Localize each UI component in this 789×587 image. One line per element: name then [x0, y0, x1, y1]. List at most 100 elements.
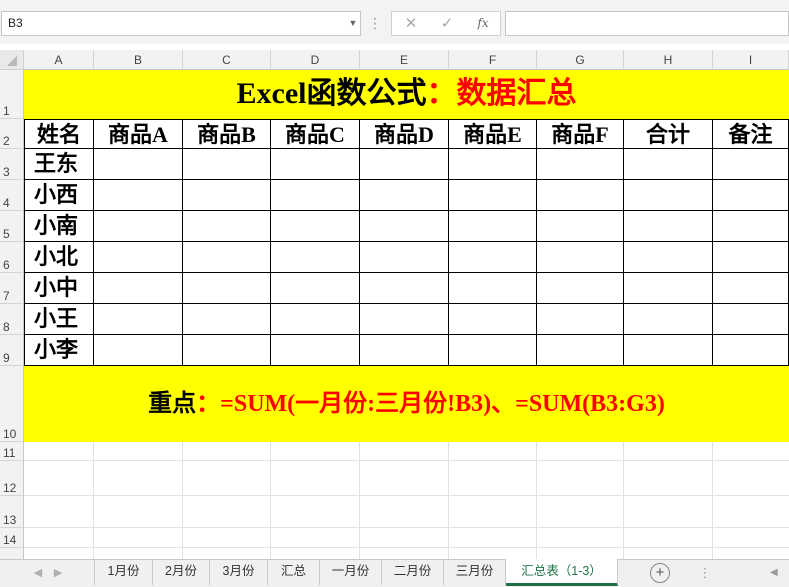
- data-cell-product-d[interactable]: [360, 335, 449, 366]
- row-header-8[interactable]: 8: [0, 304, 24, 335]
- column-header-b[interactable]: B: [94, 50, 183, 70]
- name-cell[interactable]: 小中: [24, 273, 94, 304]
- data-cell-product-b[interactable]: [183, 335, 271, 366]
- scroll-left-icon[interactable]: ◀: [770, 565, 784, 581]
- data-cell-product-f[interactable]: [537, 273, 624, 304]
- enter-icon[interactable]: ✓: [432, 12, 462, 35]
- data-cell-product-f[interactable]: [537, 180, 624, 211]
- data-cell-product-c[interactable]: [271, 211, 360, 242]
- column-header-a[interactable]: A: [24, 50, 94, 70]
- data-cell-product-b[interactable]: [183, 242, 271, 273]
- data-cell-product-d[interactable]: [360, 180, 449, 211]
- data-cell-product-e[interactable]: [449, 180, 537, 211]
- data-cell-total[interactable]: [624, 242, 713, 273]
- data-cell-product-b[interactable]: [183, 180, 271, 211]
- table-header-product-b[interactable]: 商品B: [183, 119, 271, 149]
- table-header-product-c[interactable]: 商品C: [271, 119, 360, 149]
- data-cell-product-d[interactable]: [360, 242, 449, 273]
- row-header-14[interactable]: 14: [0, 528, 24, 548]
- sheet-tab-summary[interactable]: 汇总: [268, 559, 320, 585]
- data-cell-product-c[interactable]: [271, 273, 360, 304]
- data-cell-total[interactable]: [624, 149, 713, 180]
- name-cell[interactable]: 小西: [24, 180, 94, 211]
- sheet-tab-jan[interactable]: 1月份: [95, 559, 153, 585]
- sheet-tab-mar[interactable]: 3月份: [210, 559, 268, 585]
- data-cell-product-e[interactable]: [449, 273, 537, 304]
- scroll-tabs-left-icon[interactable]: ◀: [28, 563, 48, 583]
- row-header-12[interactable]: 12: [0, 461, 24, 496]
- data-cell-product-a[interactable]: [94, 242, 183, 273]
- data-cell-product-d[interactable]: [360, 149, 449, 180]
- table-header-product-e[interactable]: 商品E: [449, 119, 537, 149]
- data-cell-notes[interactable]: [713, 149, 789, 180]
- name-cell[interactable]: 王东: [24, 149, 94, 180]
- data-cell-product-a[interactable]: [94, 180, 183, 211]
- data-cell-notes[interactable]: [713, 211, 789, 242]
- name-cell[interactable]: 小南: [24, 211, 94, 242]
- row-header-4[interactable]: 4: [0, 180, 24, 211]
- data-cell-product-a[interactable]: [94, 149, 183, 180]
- data-cell-product-c[interactable]: [271, 149, 360, 180]
- name-cell[interactable]: 小李: [24, 335, 94, 366]
- row-header-1[interactable]: 1: [0, 70, 24, 119]
- data-cell-product-c[interactable]: [271, 335, 360, 366]
- row-header-11[interactable]: 11: [0, 442, 24, 461]
- data-cell-product-f[interactable]: [537, 211, 624, 242]
- table-header-notes[interactable]: 备注: [713, 119, 789, 149]
- column-header-h[interactable]: H: [624, 50, 713, 70]
- data-cell-total[interactable]: [624, 304, 713, 335]
- data-cell-product-f[interactable]: [537, 335, 624, 366]
- data-cell-product-f[interactable]: [537, 304, 624, 335]
- row-header-2[interactable]: 2: [0, 119, 24, 149]
- data-cell-total[interactable]: [624, 211, 713, 242]
- add-sheet-icon[interactable]: +: [650, 563, 670, 583]
- column-header-i[interactable]: I: [713, 50, 789, 70]
- row-header-3[interactable]: 3: [0, 149, 24, 180]
- scroll-tabs-right-icon[interactable]: ▶: [48, 563, 68, 583]
- name-cell[interactable]: 小王: [24, 304, 94, 335]
- column-header-g[interactable]: G: [537, 50, 624, 70]
- data-cell-product-a[interactable]: [94, 335, 183, 366]
- sheet-tab-month-1[interactable]: 一月份: [320, 559, 382, 585]
- name-cell[interactable]: 小北: [24, 242, 94, 273]
- sheet-tab-summary-1-3[interactable]: 汇总表（1-3）: [506, 559, 618, 586]
- data-cell-product-b[interactable]: [183, 149, 271, 180]
- data-cell-product-c[interactable]: [271, 180, 360, 211]
- sheet-tab-month-3[interactable]: 三月份: [444, 559, 506, 585]
- data-cell-product-f[interactable]: [537, 242, 624, 273]
- row-header-5[interactable]: 5: [0, 211, 24, 242]
- data-cell-product-c[interactable]: [271, 304, 360, 335]
- table-header-product-a[interactable]: 商品A: [94, 119, 183, 149]
- data-cell-product-f[interactable]: [537, 149, 624, 180]
- row-header-10[interactable]: 10: [0, 366, 24, 442]
- sheet-tab-month-2[interactable]: 二月份: [382, 559, 444, 585]
- formula-input[interactable]: [505, 11, 789, 36]
- table-header-name[interactable]: 姓名: [24, 119, 94, 149]
- table-header-total[interactable]: 合计: [624, 119, 713, 149]
- table-header-product-f[interactable]: 商品F: [537, 119, 624, 149]
- data-cell-product-d[interactable]: [360, 304, 449, 335]
- cancel-icon[interactable]: ✕: [396, 12, 426, 35]
- chevron-down-icon[interactable]: ▼: [346, 11, 360, 36]
- data-cell-product-e[interactable]: [449, 211, 537, 242]
- data-cell-notes[interactable]: [713, 180, 789, 211]
- table-header-product-d[interactable]: 商品D: [360, 119, 449, 149]
- row-header-13[interactable]: 13: [0, 496, 24, 528]
- data-cell-product-e[interactable]: [449, 149, 537, 180]
- column-header-f[interactable]: F: [449, 50, 537, 70]
- name-box[interactable]: B3: [1, 11, 361, 36]
- data-cell-product-b[interactable]: [183, 273, 271, 304]
- data-cell-product-e[interactable]: [449, 304, 537, 335]
- insert-function-icon[interactable]: fx: [468, 12, 498, 35]
- column-header-d[interactable]: D: [271, 50, 360, 70]
- row-header-6[interactable]: 6: [0, 242, 24, 273]
- data-cell-notes[interactable]: [713, 304, 789, 335]
- data-cell-product-e[interactable]: [449, 242, 537, 273]
- data-cell-product-d[interactable]: [360, 273, 449, 304]
- data-cell-total[interactable]: [624, 273, 713, 304]
- data-cell-notes[interactable]: [713, 335, 789, 366]
- sheet-tab-feb[interactable]: 2月份: [153, 559, 210, 585]
- row-header-7[interactable]: 7: [0, 273, 24, 304]
- data-cell-product-d[interactable]: [360, 211, 449, 242]
- column-header-e[interactable]: E: [360, 50, 449, 70]
